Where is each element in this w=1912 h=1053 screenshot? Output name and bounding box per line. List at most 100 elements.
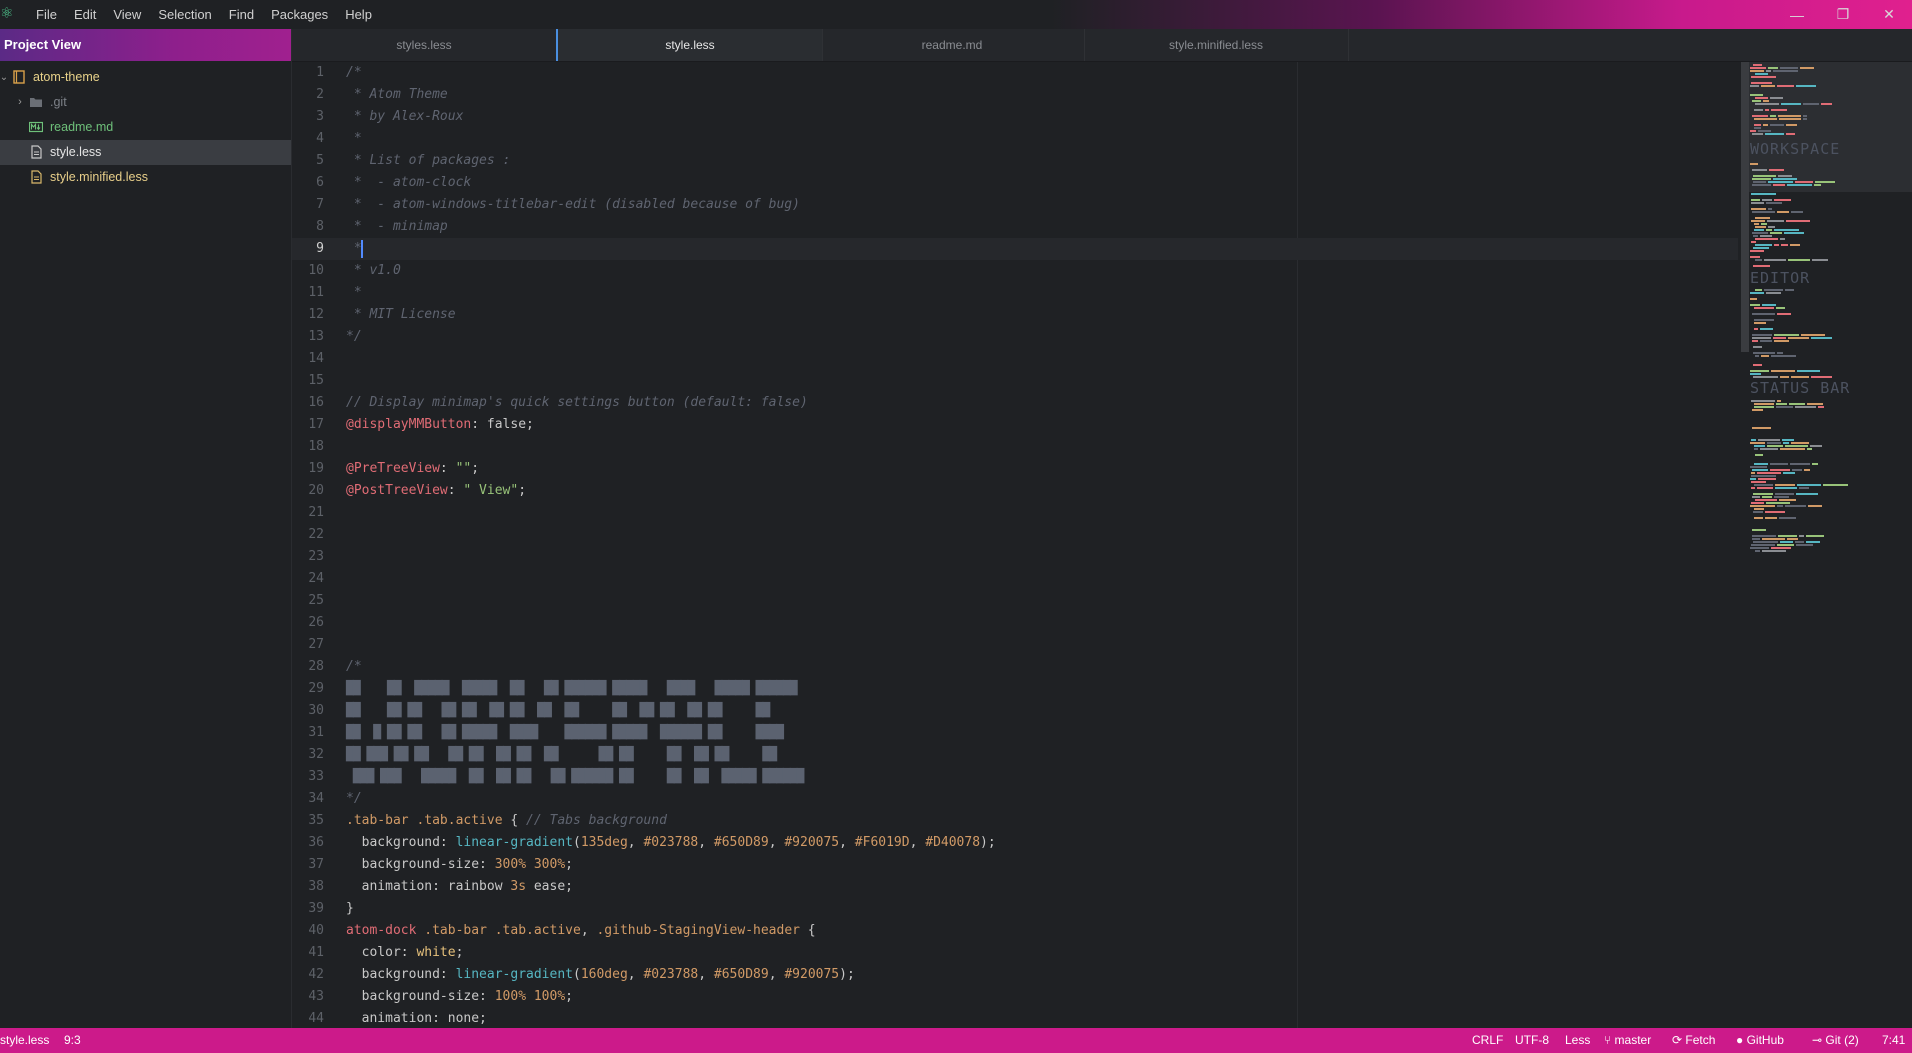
- menu-edit[interactable]: Edit: [66, 7, 105, 22]
- code-token: ;: [565, 857, 573, 872]
- line-number: 35: [308, 813, 324, 828]
- menu-view[interactable]: View: [105, 7, 150, 22]
- code-line[interactable]: 1 /*: [292, 62, 1738, 84]
- code-line[interactable]: 22: [292, 524, 1738, 546]
- code-line[interactable]: 36 background: linear-gradient(135deg, #…: [292, 832, 1738, 854]
- code-line[interactable]: 38 animation: rainbow 3s ease;: [292, 876, 1738, 898]
- code-token: #920075: [784, 835, 840, 850]
- code-line[interactable]: 28 /*: [292, 656, 1738, 678]
- status-git[interactable]: ⊸ Git (2): [1812, 1028, 1859, 1053]
- tree-item-style-minified[interactable]: style.minified.less: [0, 165, 291, 190]
- code-line[interactable]: 31 ██ █ ██ ██ ██ █████ ████ ██████ █████ …: [292, 722, 1738, 744]
- menu-find[interactable]: Find: [221, 7, 263, 22]
- minimap-visible-area[interactable]: [1749, 62, 1912, 192]
- code-line[interactable]: 42 background: linear-gradient(160deg, #…: [292, 964, 1738, 986]
- code-line[interactable]: 3 * by Alex-Roux: [292, 106, 1738, 128]
- status-fetch[interactable]: ⟳ Fetch: [1672, 1028, 1715, 1053]
- minimap-line: [1755, 499, 1777, 501]
- code-line[interactable]: 34 */: [292, 788, 1738, 810]
- code-line[interactable]: 2 * Atom Theme: [292, 84, 1738, 106]
- code-line[interactable]: 5 * List of packages :: [292, 150, 1738, 172]
- code-token: rainbow: [447, 879, 511, 894]
- code-token: ,: [698, 967, 714, 982]
- code-line[interactable]: 25: [292, 590, 1738, 612]
- scrollbar-thumb[interactable]: [1741, 62, 1749, 352]
- code-line[interactable]: 11 *: [292, 282, 1738, 304]
- close-icon[interactable]: ✕: [1866, 0, 1912, 29]
- minimap-line: [1767, 442, 1781, 444]
- code-line[interactable]: 10 * v1.0: [292, 260, 1738, 282]
- tree-item-style-less[interactable]: style.less: [0, 140, 291, 165]
- tab-bar: styles.less style.less readme.md style.m…: [292, 29, 1912, 62]
- code-line[interactable]: 43 background-size: 100% 100%;: [292, 986, 1738, 1008]
- code-line[interactable]: 30 ██ ██ ██ ██ ██ ██ ██ ██ ██ ██ ██ ██ ██…: [292, 700, 1738, 722]
- maximize-icon[interactable]: ❐: [1820, 0, 1866, 29]
- code-line[interactable]: 13 */: [292, 326, 1738, 348]
- line-text: * List of packages :: [346, 150, 511, 172]
- minimap-line: [1752, 535, 1776, 537]
- status-grammar[interactable]: Less: [1565, 1028, 1590, 1053]
- code-line[interactable]: 33 ███ ███ █████ ██ ██ ██ ██ ██████ ██ █…: [292, 766, 1738, 788]
- tree-item-git-folder[interactable]: › .git: [0, 90, 291, 115]
- status-file-name[interactable]: style.less: [0, 1028, 49, 1053]
- code-line[interactable]: 12 * MIT License: [292, 304, 1738, 326]
- menu-selection[interactable]: Selection: [150, 7, 220, 22]
- tab-styles-less[interactable]: styles.less: [292, 29, 557, 61]
- status-cursor-position[interactable]: 9:3: [64, 1028, 81, 1053]
- minimap-line: [1812, 463, 1818, 465]
- tree-root-atom-theme[interactable]: ⌄ atom-theme: [0, 65, 291, 90]
- code-line[interactable]: 32 ██ ███ ██ ██ ██ ██ ██ ██ ██ ██ ██ ██ █…: [292, 744, 1738, 766]
- code-line[interactable]: 18: [292, 436, 1738, 458]
- minimap-line: [1752, 340, 1758, 342]
- code-line[interactable]: 4 *: [292, 128, 1738, 150]
- status-line-ending[interactable]: CRLF: [1472, 1028, 1503, 1053]
- menu-file[interactable]: File: [28, 7, 66, 22]
- tab-readme-md[interactable]: readme.md: [820, 29, 1085, 61]
- code-token: {: [799, 923, 816, 938]
- code-line[interactable]: 39}: [292, 898, 1738, 920]
- code-line[interactable]: 14: [292, 348, 1738, 370]
- minimap-line: [1750, 70, 1764, 72]
- minimap-line: [1776, 307, 1785, 309]
- code-line[interactable]: 20 @PostTreeView: " View";: [292, 480, 1738, 502]
- code-line[interactable]: 35 .tab-bar .tab.active { // Tabs backgro…: [292, 810, 1738, 832]
- code-line[interactable]: 6 * - atom-clock: [292, 172, 1738, 194]
- minimap[interactable]: WORKSPACE EDITOR STATUS BAR: [1749, 62, 1912, 1028]
- code-line[interactable]: 41 color: white;: [292, 942, 1738, 964]
- code-token: .github-StagingView-header: [596, 923, 800, 938]
- code-line[interactable]: 37 background-size: 300% 300%;: [292, 854, 1738, 876]
- minimize-icon[interactable]: —: [1774, 0, 1820, 29]
- code-line[interactable]: 44 animation: none;: [292, 1008, 1738, 1028]
- code-token: linear-gradient: [455, 835, 573, 850]
- tree-item-readme[interactable]: readme.md: [0, 115, 291, 140]
- code-line[interactable]: 27: [292, 634, 1738, 656]
- code-line[interactable]: 15: [292, 370, 1738, 392]
- code-line[interactable]: 29 ██ ██ █████ █████ ██ ██ ██████ █████ █…: [292, 678, 1738, 700]
- code-line[interactable]: 40 atom-dock .tab-bar .tab.active, .githu…: [292, 920, 1738, 942]
- menu-help[interactable]: Help: [337, 7, 381, 22]
- minimap-line: [1751, 82, 1772, 84]
- status-encoding[interactable]: UTF-8: [1515, 1028, 1549, 1053]
- code-line[interactable]: 19 @PreTreeView: "";: [292, 458, 1738, 480]
- code-line[interactable]: 26: [292, 612, 1738, 634]
- line-number: 19: [308, 461, 324, 476]
- minimap-line: [1758, 478, 1776, 480]
- menu-packages[interactable]: Packages: [263, 7, 337, 22]
- status-branch[interactable]: ⑂ master: [1604, 1028, 1651, 1053]
- status-github[interactable]: ● GitHub: [1736, 1028, 1784, 1053]
- code-editor[interactable]: 1/* 2 * Atom Theme 3 * by Alex-Roux 4 * 5 * …: [292, 62, 1738, 1028]
- code-line[interactable]: 23: [292, 546, 1738, 568]
- editor-scrollbar[interactable]: [1741, 62, 1749, 1028]
- minimap-line: [1751, 472, 1755, 474]
- minimap-line: [1751, 439, 1756, 441]
- line-number: 31: [308, 725, 324, 740]
- code-line[interactable]: 21: [292, 502, 1738, 524]
- tab-style-less[interactable]: style.less: [556, 29, 823, 61]
- code-line[interactable]: 16 // Display minimap's quick settings bu…: [292, 392, 1738, 414]
- code-line[interactable]: 24: [292, 568, 1738, 590]
- code-line[interactable]: 9 *: [292, 238, 1738, 260]
- code-line[interactable]: 8 * - minimap: [292, 216, 1738, 238]
- tab-style-minified-less[interactable]: style.minified.less: [1084, 29, 1349, 61]
- code-line[interactable]: 7 * - atom-windows-titlebar-edit (disabl…: [292, 194, 1738, 216]
- code-line[interactable]: 17 @displayMMButton: false;: [292, 414, 1738, 436]
